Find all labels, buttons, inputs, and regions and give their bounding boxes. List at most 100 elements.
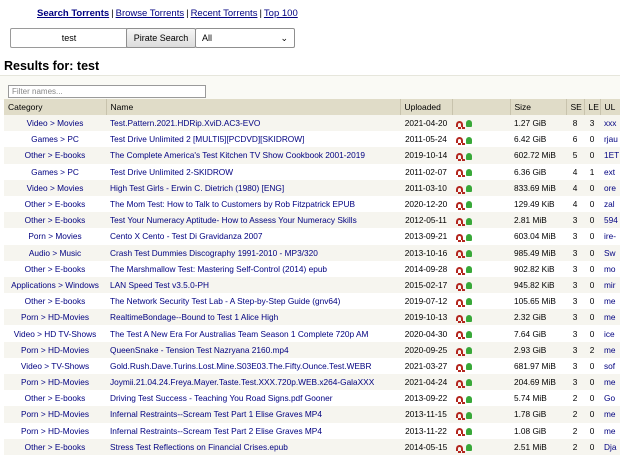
torrent-name-link[interactable]: Gold.Rush.Dave.Turins.Lost.Mine.S03E03.T… [110,361,371,371]
magnet-icon[interactable] [456,379,463,388]
torrent-name-link[interactable]: Crash Test Dummies Discography 1991-2010… [110,248,318,258]
category-link[interactable]: Porn > Movies [28,231,81,241]
uploader-link[interactable]: ore [604,183,616,193]
uploader-link[interactable]: ire- [604,231,616,241]
torrent-name-link[interactable]: LAN Speed Test v3.5.0-PH [110,280,209,290]
category-link[interactable]: Video > Movies [27,183,84,193]
nav-search-torrents[interactable]: Search Torrents [37,8,109,19]
magnet-icon[interactable] [456,282,463,291]
magnet-icon[interactable] [456,444,463,453]
torrent-name-link[interactable]: The Test A New Era For Australias Team S… [110,329,368,339]
uploader-link[interactable]: Sw [604,248,616,258]
torrent-name-link[interactable]: The Mom Test: How to Talk to Customers b… [110,199,355,209]
search-input[interactable] [10,28,128,48]
magnet-icon[interactable] [456,396,463,405]
magnet-icon[interactable] [456,234,463,243]
uploader-link[interactable]: Go [604,393,615,403]
magnet-icon[interactable] [456,169,463,178]
col-header-ul[interactable]: UL [600,99,620,115]
magnet-icon[interactable] [456,363,463,372]
magnet-icon[interactable] [456,201,463,210]
torrent-name-link[interactable]: Test Drive Unlimited 2-SKIDROW [110,167,233,177]
torrent-name-link[interactable]: The Network Security Test Lab - A Step-b… [110,296,340,306]
uploader-link[interactable]: mo [604,264,616,274]
magnet-icon[interactable] [456,153,463,162]
nav-browse-torrents[interactable]: Browse Torrents [116,8,184,19]
category-link[interactable]: Applications > Windows [11,280,99,290]
torrent-name-link[interactable]: The Complete America's Test Kitchen TV S… [110,150,365,160]
torrent-name-link[interactable]: Test.Pattern.2021.HDRip.XviD.AC3-EVO [110,118,260,128]
magnet-icon[interactable] [456,347,463,356]
uploader-link[interactable]: xxx [604,118,616,128]
uploader-link[interactable]: sof [604,361,615,371]
col-header-category[interactable]: Category [4,99,107,115]
torrent-name-link[interactable]: High Test Girls - Erwin C. Dietrich (198… [110,183,284,193]
pirate-search-button[interactable]: Pirate Search [126,28,196,48]
category-link[interactable]: Other > E-books [25,199,86,209]
uploader-link[interactable]: mir [604,280,616,290]
category-link[interactable]: Video > HD TV-Shows [14,329,96,339]
category-link[interactable]: Games > PC [31,134,79,144]
uploader-link[interactable]: zal [604,199,615,209]
magnet-icon[interactable] [456,137,463,146]
category-link[interactable]: Porn > HD-Movies [21,377,89,387]
magnet-icon[interactable] [456,412,463,421]
uploader-link[interactable]: ext [604,167,615,177]
magnet-icon[interactable] [456,298,463,307]
magnet-icon[interactable] [456,331,463,340]
uploader-link[interactable]: me [604,409,616,419]
magnet-icon[interactable] [456,250,463,259]
col-header-name[interactable]: Name [106,99,401,115]
torrent-name-link[interactable]: RealtimeBondage--Bound to Test 1 Alice H… [110,312,278,322]
col-header-se[interactable]: SE [566,99,585,115]
torrent-name-link[interactable]: Driving Test Success - Teaching You Road… [110,393,332,403]
category-link[interactable]: Porn > HD-Movies [21,409,89,419]
magnet-icon[interactable] [456,185,463,194]
torrent-name-link[interactable]: Stress Test Reflections on Financial Cri… [110,442,288,452]
category-link[interactable]: Video > Movies [27,118,84,128]
magnet-icon[interactable] [456,120,463,129]
torrent-name-link[interactable]: Test Your Numeracy Aptitude- How to Asse… [110,215,357,225]
torrent-name-link[interactable]: Infernal Restraints--Scream Test Part 1 … [110,409,322,419]
category-link[interactable]: Video > TV-Shows [21,361,89,371]
magnet-icon[interactable] [456,266,463,275]
uploader-link[interactable]: Dja [604,442,616,452]
nav-recent-torrents[interactable]: Recent Torrents [191,8,258,19]
uploader-link[interactable]: me [604,377,616,387]
uploader-link[interactable]: 594 [604,215,618,225]
category-link[interactable]: Porn > HD-Movies [21,312,89,322]
torrent-name-link[interactable]: Cento X Cento - Test Di Gravidanza 2007 [110,231,263,241]
torrent-name-link[interactable]: Joymii.21.04.24.Freya.Mayer.Taste.Test.X… [110,377,374,387]
torrent-name-link[interactable]: Test Drive Unlimited 2 [MULTI5][PCDVD][S… [110,134,304,144]
uploader-link[interactable]: rjau [604,134,618,144]
category-link[interactable]: Other > E-books [25,442,86,452]
col-header-size[interactable]: Size [510,99,567,115]
category-select[interactable]: All ⌄ [195,28,295,48]
category-link[interactable]: Other > E-books [25,215,86,225]
torrent-name-link[interactable]: Infernal Restraints--Scream Test Part 2 … [110,426,322,436]
uploader-link[interactable]: me [604,345,616,355]
magnet-icon[interactable] [456,428,463,437]
category-link[interactable]: Other > E-books [25,264,86,274]
category-link[interactable]: Porn > HD-Movies [21,426,89,436]
uploader-link[interactable]: 1ET [604,150,619,160]
uploader-link[interactable]: me [604,312,616,322]
category-link[interactable]: Other > E-books [25,393,86,403]
category-link[interactable]: Games > PC [31,167,79,177]
filter-names-input[interactable] [8,85,206,98]
col-header-uploaded[interactable]: Uploaded [400,99,453,115]
magnet-icon[interactable] [456,315,463,324]
uploader-link[interactable]: me [604,426,616,436]
torrent-name-link[interactable]: QueenSnake - Tension Test Nazryana 2160.… [110,345,289,355]
uploader-link[interactable]: ice [604,329,615,339]
table-row: Other > E-books The Complete America's Te… [4,147,620,164]
nav-top-100[interactable]: Top 100 [264,8,298,19]
uploader-link[interactable]: me [604,296,616,306]
category-link[interactable]: Other > E-books [25,150,86,160]
magnet-icon[interactable] [456,218,463,227]
category-link[interactable]: Audio > Music [29,248,81,258]
col-header-le[interactable]: LE [584,99,601,115]
torrent-name-link[interactable]: The Marshmallow Test: Mastering Self-Con… [110,264,327,274]
category-link[interactable]: Other > E-books [25,296,86,306]
category-link[interactable]: Porn > HD-Movies [21,345,89,355]
